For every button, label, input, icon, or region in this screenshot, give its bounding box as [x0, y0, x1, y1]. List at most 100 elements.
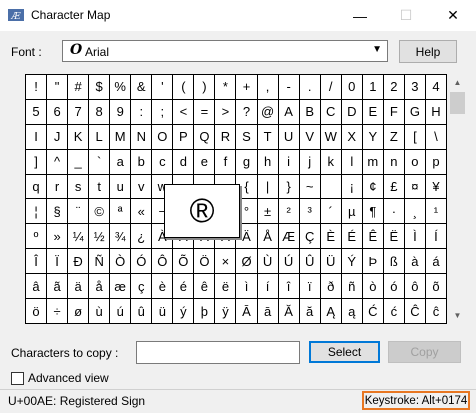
char-cell[interactable]: ` [89, 149, 111, 175]
advanced-view-option[interactable]: Advanced view [11, 371, 109, 385]
char-cell[interactable]: È [320, 224, 342, 250]
char-cell[interactable]: ĉ [425, 299, 447, 324]
char-cell[interactable]: } [278, 174, 300, 200]
char-cell[interactable]: æ [110, 274, 132, 300]
char-cell[interactable]: Ê [362, 224, 384, 250]
char-cell[interactable]: F [383, 99, 405, 125]
char-cell[interactable]: 4 [425, 75, 447, 100]
advanced-view-checkbox[interactable] [11, 371, 24, 385]
char-cell[interactable]: @ [257, 99, 279, 125]
char-cell[interactable]: ! [26, 75, 48, 100]
char-cell[interactable]: × [215, 249, 237, 275]
char-cell[interactable]: O [152, 124, 174, 150]
char-cell[interactable]: $ [89, 75, 111, 100]
char-cell[interactable]: ¢ [362, 174, 384, 200]
char-cell[interactable]: ¼ [68, 224, 90, 250]
char-cell[interactable]: â [26, 274, 48, 300]
char-cell[interactable]: Ā [236, 299, 258, 324]
minimize-button[interactable]: — [337, 0, 383, 31]
char-cell[interactable]: Ć [362, 299, 384, 324]
char-cell[interactable]: h [257, 149, 279, 175]
char-cell[interactable]: ¦ [26, 199, 48, 225]
char-cell[interactable]: v [131, 174, 153, 200]
char-cell[interactable]: t [89, 174, 111, 200]
char-cell[interactable]: # [68, 75, 90, 100]
char-cell[interactable]: Z [383, 124, 405, 150]
char-cell[interactable]: ´ [320, 199, 342, 225]
char-cell[interactable]: ] [26, 149, 48, 175]
char-cell[interactable]: b [131, 149, 153, 175]
char-cell[interactable]: Ì [404, 224, 426, 250]
char-cell[interactable]: Ø [236, 249, 258, 275]
char-cell[interactable]: Q [194, 124, 216, 150]
char-cell[interactable]: , [257, 75, 279, 100]
char-cell[interactable]: ¤ [404, 174, 426, 200]
char-cell[interactable]: Î [26, 249, 48, 275]
char-cell[interactable]: * [215, 75, 237, 100]
char-cell[interactable]: A [278, 99, 300, 125]
char-cell[interactable]: å [89, 274, 111, 300]
char-cell[interactable]: Ô [152, 249, 174, 275]
char-cell[interactable]: Õ [173, 249, 195, 275]
char-cell[interactable]: Ü [320, 249, 342, 275]
char-cell[interactable]: P [173, 124, 195, 150]
char-cell[interactable]: 8 [89, 99, 111, 125]
char-cell[interactable]: & [131, 75, 153, 100]
grid-scrollbar[interactable]: ▲ ▼ [449, 74, 466, 324]
char-cell[interactable]: p [425, 149, 447, 175]
char-cell[interactable]: 1 [362, 75, 384, 100]
char-cell[interactable]: õ [425, 274, 447, 300]
char-cell[interactable]: | [257, 174, 279, 200]
char-cell[interactable]: Æ [278, 224, 300, 250]
char-cell[interactable]: ) [194, 75, 216, 100]
char-cell[interactable]: ¹ [425, 199, 447, 225]
char-cell[interactable]: B [299, 99, 321, 125]
char-cell[interactable]: g [236, 149, 258, 175]
char-cell[interactable]: 3 [404, 75, 426, 100]
char-cell[interactable]: a [110, 149, 132, 175]
select-button[interactable]: Select [309, 341, 380, 363]
char-cell[interactable]: ç [131, 274, 153, 300]
char-cell[interactable]: Ë [383, 224, 405, 250]
char-cell[interactable]: à [404, 249, 426, 275]
char-cell[interactable]: ä [68, 274, 90, 300]
char-cell[interactable]: è [152, 274, 174, 300]
char-cell[interactable]: u [110, 174, 132, 200]
char-cell[interactable]: É [341, 224, 363, 250]
char-cell[interactable]: Ñ [89, 249, 111, 275]
char-cell[interactable]: ^ [47, 149, 69, 175]
char-cell[interactable]: ă [299, 299, 321, 324]
char-cell[interactable]: ú [110, 299, 132, 324]
char-cell[interactable]: ì [236, 274, 258, 300]
char-cell[interactable]: i [278, 149, 300, 175]
char-cell[interactable]: Þ [362, 249, 384, 275]
char-cell[interactable]: µ [341, 199, 363, 225]
char-cell[interactable]: R [215, 124, 237, 150]
char-cell[interactable]: l [341, 149, 363, 175]
char-cell[interactable]: E [362, 99, 384, 125]
char-cell[interactable]: Y [362, 124, 384, 150]
char-cell[interactable]: ü [152, 299, 174, 324]
char-cell[interactable]: ¨ [68, 199, 90, 225]
char-cell[interactable]: J [47, 124, 69, 150]
char-cell[interactable]: í [257, 274, 279, 300]
char-cell[interactable]: < [173, 99, 195, 125]
char-cell[interactable]: ± [257, 199, 279, 225]
char-cell[interactable]: Ï [47, 249, 69, 275]
close-button[interactable]: ✕ [430, 0, 476, 31]
char-cell[interactable]: V [299, 124, 321, 150]
char-cell[interactable]: - [278, 75, 300, 100]
char-cell[interactable]: Å [257, 224, 279, 250]
char-cell[interactable]: ù [89, 299, 111, 324]
scroll-up-icon[interactable]: ▲ [449, 74, 466, 91]
char-cell[interactable]: ý [173, 299, 195, 324]
char-cell[interactable]: U [278, 124, 300, 150]
char-cell[interactable]: ~ [299, 174, 321, 200]
char-cell[interactable]: ( [173, 75, 195, 100]
char-cell[interactable]: î [278, 274, 300, 300]
char-cell[interactable]: Ó [131, 249, 153, 275]
char-cell[interactable]: . [299, 75, 321, 100]
char-cell[interactable]: : [131, 99, 153, 125]
char-cell[interactable]: j [299, 149, 321, 175]
char-cell[interactable]: Ú [278, 249, 300, 275]
